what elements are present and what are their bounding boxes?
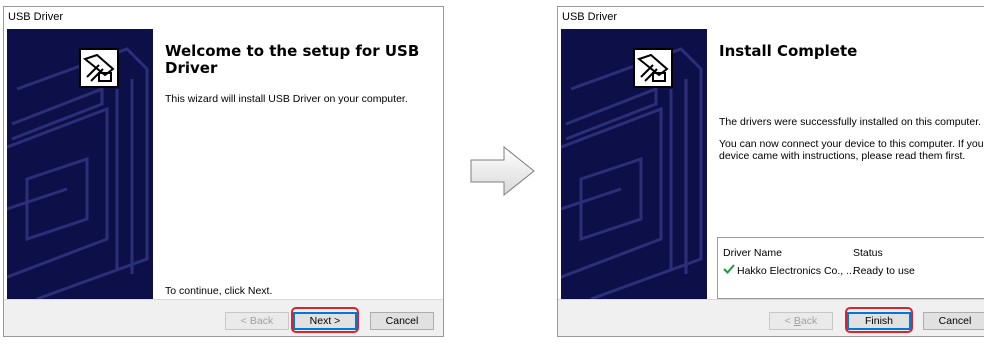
- window-title: USB Driver: [558, 7, 984, 28]
- success-text: The drivers were successfully installed …: [719, 116, 982, 128]
- page-title: Welcome to the setup for USB Driver: [165, 42, 420, 77]
- cancel-button[interactable]: Cancel: [370, 312, 434, 330]
- button-bar: < Back Next > Cancel: [4, 299, 443, 336]
- back-button[interactable]: < Back: [769, 312, 833, 330]
- driver-name-cell: Hakko Electronics Co., ...: [737, 265, 855, 277]
- window-title: USB Driver: [4, 7, 443, 28]
- finish-button[interactable]: Finish: [847, 312, 911, 330]
- back-mnemonic: B: [793, 315, 801, 327]
- continue-hint: To continue, click Next.: [165, 285, 273, 297]
- welcome-dialog: USB Driver Welcome to the setup for USB …: [3, 6, 444, 337]
- button-bar: < Back Finish Cancel: [558, 299, 984, 336]
- cancel-button[interactable]: Cancel: [923, 312, 984, 330]
- column-header-status: Status: [853, 247, 883, 259]
- next-button[interactable]: Next >: [293, 312, 357, 330]
- usb-installer-logo-icon: [633, 48, 673, 88]
- back-rest: ack: [800, 315, 818, 327]
- column-header-driver-name: Driver Name: [723, 247, 782, 259]
- back-button[interactable]: < Back: [225, 312, 289, 330]
- wizard-side-image: [561, 29, 707, 299]
- back-prefix: <: [784, 315, 794, 327]
- install-complete-dialog: USB Driver Install Complete The drivers …: [557, 6, 984, 337]
- instructions-text: You can now connect your device to this …: [719, 138, 984, 162]
- wizard-side-image: [7, 29, 153, 299]
- checkmark-icon: [723, 264, 735, 274]
- usb-installer-logo-icon: [79, 48, 119, 88]
- wizard-content: Install Complete The drivers were succes…: [713, 29, 984, 299]
- driver-status-cell: Ready to use: [853, 265, 915, 277]
- page-title: Install Complete: [719, 42, 858, 60]
- right-arrow-icon: [470, 146, 535, 196]
- description-text: This wizard will install USB Driver on y…: [165, 93, 408, 105]
- driver-list: Driver Name Status Hakko Electronics Co.…: [717, 237, 984, 299]
- wizard-content: Welcome to the setup for USB Driver This…: [159, 29, 443, 299]
